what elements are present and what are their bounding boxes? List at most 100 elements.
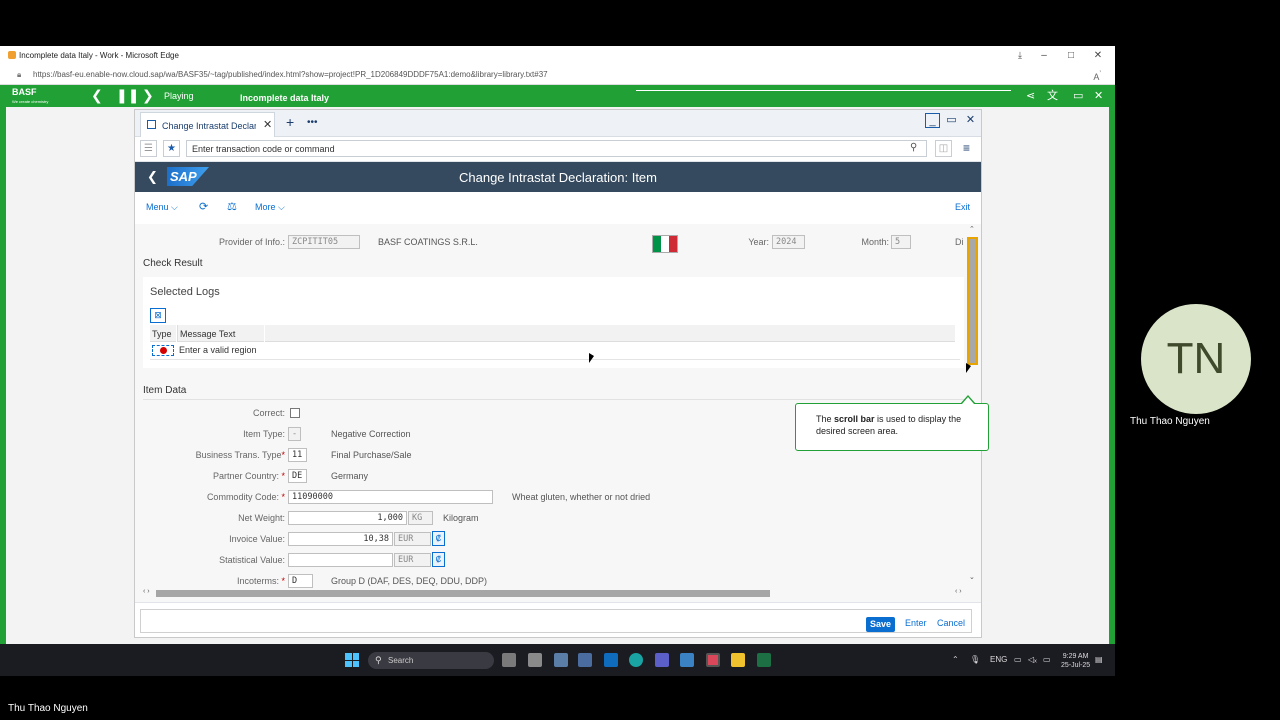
snipping-tool-icon[interactable] (706, 653, 720, 667)
maximize-button[interactable]: □ (1062, 48, 1080, 63)
system-clock[interactable]: 9:29 AM 25-Jul-25 (1061, 652, 1090, 670)
tooltip-arrow-inner (962, 397, 974, 404)
url-text[interactable]: https://basf-eu.enable-now.cloud.sap/wa/… (33, 70, 548, 79)
partner-country-field[interactable]: DE (288, 469, 307, 483)
table-row-type[interactable] (150, 343, 176, 357)
correct-checkbox[interactable] (290, 408, 300, 418)
teams-icon[interactable] (655, 653, 669, 667)
sap-close-button[interactable]: ✕ (963, 113, 978, 128)
item-data-title: Item Data (143, 385, 187, 396)
horizontal-scroll-thumb[interactable] (156, 590, 770, 597)
scroll-left-icon[interactable]: ‹ › (143, 588, 150, 595)
download-icon[interactable]: ⤓ (1011, 48, 1029, 63)
commodity-code-field[interactable]: 11090000 (288, 490, 493, 504)
excel-icon[interactable] (757, 653, 771, 667)
player-bar: BASF We create chemistry ❮ ❚❚ ❯ Playing … (0, 85, 1115, 107)
minimize-button[interactable]: – (1035, 48, 1053, 63)
scroll-right-icon[interactable]: ‹ › (955, 588, 962, 595)
net-weight-unit[interactable]: KG (408, 511, 433, 525)
next-icon[interactable]: ❯ (142, 88, 154, 102)
previous-icon[interactable]: ❮ (91, 88, 103, 102)
more-button[interactable]: More ⌵ (255, 202, 285, 213)
provider-name: BASF COATINGS S.R.L. (378, 237, 478, 247)
close-player-icon[interactable]: ✕ (1094, 89, 1103, 103)
side-panel-icon[interactable]: ◫ (935, 140, 952, 157)
scroll-down-icon[interactable]: ⌄ (969, 573, 975, 581)
provider-field[interactable]: ZCPITIT05 (288, 235, 360, 249)
vertical-scroll-thumb[interactable] (967, 237, 978, 365)
month-label: Month: (861, 237, 889, 247)
more-tabs-icon[interactable]: ••• (307, 117, 318, 128)
item-type-field[interactable]: - (288, 427, 301, 441)
italy-flag-icon (652, 235, 678, 253)
enter-button[interactable]: Enter (905, 618, 927, 628)
close-button[interactable]: ✕ (1089, 48, 1107, 63)
invoice-value-field[interactable]: 10,38 (288, 532, 393, 546)
app-icon[interactable] (528, 653, 542, 667)
scroll-up-icon[interactable]: ⌃ (969, 225, 975, 233)
network-icon[interactable]: ▭ (1014, 655, 1022, 664)
outlook-icon[interactable] (604, 653, 618, 667)
green-border-left (0, 107, 6, 644)
sap-tab-bar: Change Intrastat Declaration: Item ✕ + •… (135, 110, 981, 137)
incoterms-field[interactable]: D (288, 574, 313, 588)
tray-chevron-icon[interactable]: ⌃ (952, 655, 959, 664)
currency-convert-icon[interactable]: ₡ (432, 531, 445, 546)
command-input[interactable]: Enter transaction code or command (186, 140, 927, 157)
volume-icon[interactable]: ◁ₓ (1028, 655, 1037, 664)
net-weight-field[interactable]: 1,000 (288, 511, 407, 525)
windows-start-icon[interactable] (345, 653, 359, 667)
battery-icon[interactable]: ▭ (1043, 655, 1051, 664)
window-mode-icon[interactable]: ▭ (1073, 89, 1083, 103)
statistical-currency-field[interactable]: EUR (394, 553, 431, 567)
player-status: Playing (164, 91, 194, 101)
close-tab-icon[interactable]: ✕ (263, 118, 272, 131)
menu-hamburger-icon[interactable]: ≡ (958, 140, 975, 157)
sap-minimize-button[interactable]: _ (925, 113, 940, 128)
clock-time: 9:29 AM (1062, 653, 1089, 660)
cancel-button[interactable]: Cancel (937, 618, 965, 628)
message-bar (140, 609, 972, 633)
month-field[interactable]: 5 (891, 235, 911, 249)
read-aloud-icon[interactable]: Aʼ (1093, 69, 1101, 82)
col-message: Message Text (177, 325, 264, 342)
refresh-icon[interactable]: ⟳ (199, 200, 208, 213)
year-field[interactable]: 2024 (772, 235, 805, 249)
calculator-icon[interactable] (554, 653, 568, 667)
search-icon[interactable]: ⚲ (910, 142, 917, 153)
tab-change-intrastat[interactable]: Change Intrastat Declaration: Item ✕ (140, 112, 275, 137)
clear-logs-icon[interactable]: ⊠ (150, 308, 166, 323)
edge-icon[interactable] (629, 653, 643, 667)
exit-button[interactable]: Exit (955, 202, 970, 212)
translate-icon[interactable]: 文 (1047, 89, 1058, 103)
business-trans-field[interactable]: 11 (288, 448, 307, 462)
share-icon[interactable]: ⋖ (1026, 89, 1035, 103)
horizontal-scrollbar[interactable]: ‹ › ‹ › (141, 588, 963, 598)
partner-country-label: Partner Country: * (212, 471, 285, 481)
check-result-title: Check Result (143, 258, 203, 269)
app-icon[interactable] (680, 653, 694, 667)
sap-maximize-button[interactable]: ▭ (944, 113, 959, 128)
save-button[interactable]: Save (866, 617, 896, 632)
app-icon[interactable] (578, 653, 592, 667)
invoice-currency-field[interactable]: EUR (394, 532, 431, 546)
year-label: Year: (748, 237, 769, 247)
currency-convert-icon[interactable]: ₡ (432, 552, 445, 567)
statistical-value-field[interactable] (288, 553, 393, 567)
new-tab-icon[interactable]: + (286, 114, 294, 130)
pause-icon[interactable]: ❚❚ (116, 88, 139, 102)
favorites-star-icon[interactable]: ★ (163, 140, 180, 157)
file-explorer-icon[interactable] (731, 653, 745, 667)
task-view-icon[interactable] (502, 653, 516, 667)
error-icon (152, 345, 174, 356)
taskbar-search[interactable]: ⚲ Search (368, 652, 494, 669)
hierarchy-icon[interactable]: ⚖ (227, 200, 237, 213)
notifications-icon[interactable]: ▤ (1095, 655, 1103, 664)
table-row-message[interactable]: Enter a valid region (177, 343, 377, 357)
menu-button[interactable]: Menu ⌵ (146, 202, 178, 213)
language-indicator[interactable]: ENG (990, 655, 1007, 664)
address-bar[interactable]: 🔒︎ https://basf-eu.enable-now.cloud.sap/… (0, 65, 1115, 85)
mic-muted-icon[interactable]: 🎙︎ (970, 655, 980, 664)
statistical-value-label: Statistical Value: (219, 555, 285, 565)
list-icon[interactable]: ☰ (140, 140, 157, 157)
